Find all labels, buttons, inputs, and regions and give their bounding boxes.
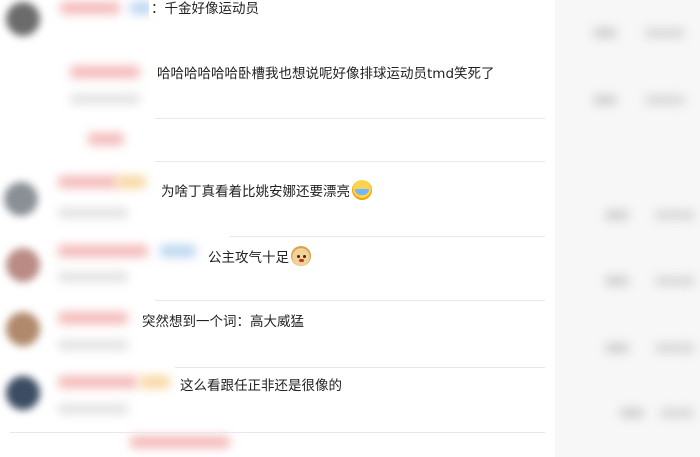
comment-3-text: 为啥丁真看着比姚安娜还要漂亮: [161, 184, 350, 200]
doge-emoji-icon: [291, 246, 311, 266]
comment-1-text: ：千金好像运动员: [149, 0, 261, 19]
comment-3: 为啥丁真看着比姚安娜还要漂亮: [159, 179, 374, 202]
comment-4-text: 公主攻气十足: [208, 250, 289, 266]
blurred-side-column: [555, 0, 700, 457]
crying-laughing-emoji-icon: [352, 180, 372, 200]
comment-5-text: 突然想到一个词：高大威猛: [140, 312, 306, 332]
comment-2-text: 哈哈哈哈哈哈卧槽我也想说呢好像排球运动员tmd笑死了: [155, 64, 497, 84]
comment-thread-screenshot: ：千金好像运动员 哈哈哈哈哈哈卧槽我也想说呢好像排球运动员tmd笑死了 为啥丁真…: [0, 0, 700, 457]
comment-6-text: 这么看跟任正非还是很像的: [178, 376, 344, 396]
comment-4: 公主攻气十足: [206, 245, 313, 268]
